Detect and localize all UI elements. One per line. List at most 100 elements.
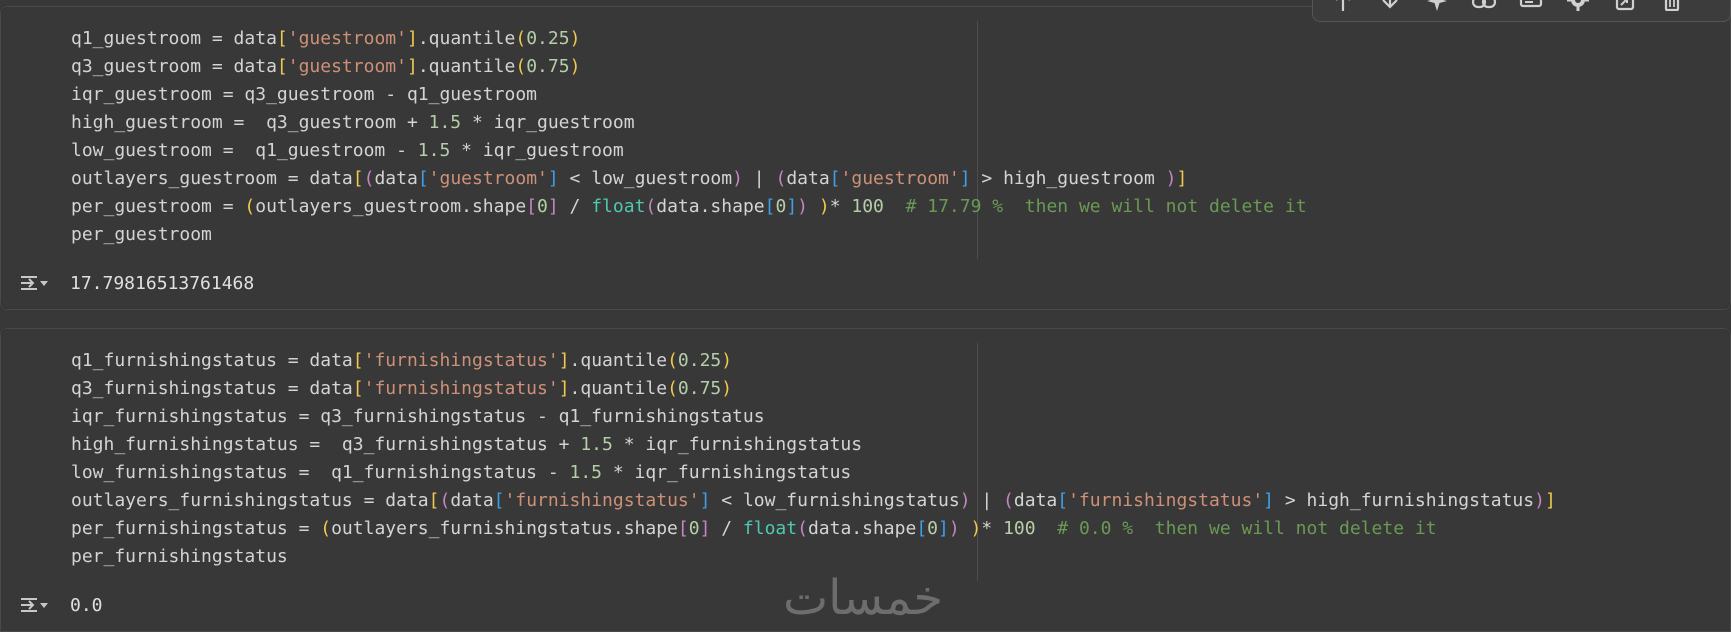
gear-icon [1567,0,1589,11]
code-token: ] [558,350,570,371]
output-value: 0.0 [70,595,103,616]
code-token: 1.5 [580,434,613,455]
code-token: per_furnishingstatus = [71,518,321,539]
output-actions-icon[interactable] [19,271,49,295]
code-token: * [981,518,1004,539]
code-token: q3_guestroom = data [71,56,277,77]
code-token: ) [569,28,581,49]
code-token: | [742,168,776,189]
khamsat-watermark-logo: خمسات [783,570,943,626]
code-token: q3_furnishingstatus = data [71,378,353,399]
code-token: outlayers_furnishingstatus.shape [331,518,678,539]
code-token: 0.25 [677,350,722,371]
code-token: q1_guestroom = data [71,28,277,49]
cell-settings-button[interactable] [1562,0,1594,11]
code-token: .quantile [417,56,516,77]
code-token: ) [959,490,971,511]
code-line: iqr_guestroom = q3_guestroom - q1_guestr… [71,84,537,105]
code-token: [ [829,168,841,189]
code-token: ] [1263,490,1275,511]
cell-toolbar [1312,0,1731,22]
code-token: ) [732,168,743,189]
code-token: ) [1534,490,1545,511]
code-token: [ [352,378,364,399]
code-token: ) [721,378,733,399]
code-token: * [829,196,852,217]
code-token: [ [677,518,689,539]
mirror-cell-button[interactable] [1609,0,1641,11]
code-token: ] [547,196,559,217]
code-line: q3_guestroom = data['guestroom'].quantil… [71,53,1307,81]
code-token: ) [721,350,733,371]
code-token: [ [493,490,505,511]
code-token: 0.25 [526,28,570,49]
code-editor[interactable]: q1_guestroom = data['guestroom'].quantil… [1,7,1730,261]
code-token: data [450,490,494,511]
code-token: / [710,518,743,539]
code-token: float [591,196,646,217]
output-actions-icon[interactable] [19,593,49,617]
code-token: data.shape [807,518,917,539]
code-token: ] [1544,490,1556,511]
code-token: < low_guestroom [558,168,733,189]
code-token: < low_furnishingstatus [710,490,960,511]
code-token: [ [428,490,440,511]
code-token: 0.75 [526,56,570,77]
arrow-down-icon [1382,0,1398,9]
code-token: ] [547,168,559,189]
code-token: [ [352,168,364,189]
code-token: per_guestroom = [71,196,245,217]
code-token: ] [786,196,798,217]
code-token: ( [645,196,657,217]
code-cell-guestroom[interactable]: q1_guestroom = data['guestroom'].quantil… [0,6,1731,310]
code-line: per_guestroom = (outlayers_guestroom.sha… [71,193,1307,221]
copy-link-button[interactable] [1468,0,1500,11]
ai-assist-button[interactable] [1421,0,1453,11]
code-token: ) [948,518,960,539]
code-token: data [1013,490,1058,511]
move-cell-up-button[interactable] [1327,0,1359,11]
code-line: outlayers_furnishingstatus = data[(data[… [71,487,1556,515]
code-editor[interactable]: q1_furnishingstatus = data [ 'furnishingst… [1,329,1730,583]
code-token: 'furnishingstatus' [1068,490,1264,511]
code-token: > high_furnishingstatus [1274,490,1535,511]
code-token: ( [1003,490,1014,511]
code-token: 0 [688,518,700,539]
code-token: ) [1165,168,1177,189]
code-token: q1_furnishingstatus = data [71,350,353,371]
code-token: 1.5 [417,140,451,161]
code-token: 100 [1003,518,1036,539]
code-token: [ [526,196,538,217]
code-line: q1_furnishingstatus = data['furnishingst… [71,347,1556,375]
code-token: outlayers_furnishingstatus = data [71,490,429,511]
code-token: * iqr_guestroom [450,140,624,161]
code-token: high_guestroom = q3_guestroom + [71,112,429,133]
code-token: ] [938,518,949,539]
code-token: 0 [927,518,939,539]
code-token: ( [515,56,527,77]
link-icon [1471,0,1497,9]
add-comment-button[interactable] [1515,0,1547,11]
code-comment: # 17.79 % then we will not delete it [883,196,1307,217]
code-token: 100 [851,196,884,217]
code-token: / [558,196,592,217]
code-token: ] [406,56,418,77]
code-token: * iqr_furnishingstatus [612,434,863,455]
code-lines: q1_guestroom = data['guestroom'].quantil… [71,25,1307,249]
code-token: 0 [537,196,548,217]
code-token: ( [439,490,451,511]
code-token: * iqr_furnishingstatus [602,462,852,483]
delete-cell-button[interactable] [1656,0,1688,11]
cell-output: 17.79816513761468 [1,259,1730,309]
trash-icon [1664,0,1680,11]
code-token: data [786,168,830,189]
code-lines: q1_furnishingstatus = data [ 'furnishingst… [71,347,1556,571]
code-comment: # 0.0 % then we will not delete it [1035,518,1437,539]
arrow-up-icon [1336,0,1350,11]
code-token: 1.5 [569,462,603,483]
move-cell-down-button[interactable] [1374,0,1406,11]
code-token: 'guestroom' [287,56,407,77]
code-token: data.shape [656,196,765,217]
output-value: 17.79816513761468 [70,273,255,294]
code-token: ( [797,518,808,539]
